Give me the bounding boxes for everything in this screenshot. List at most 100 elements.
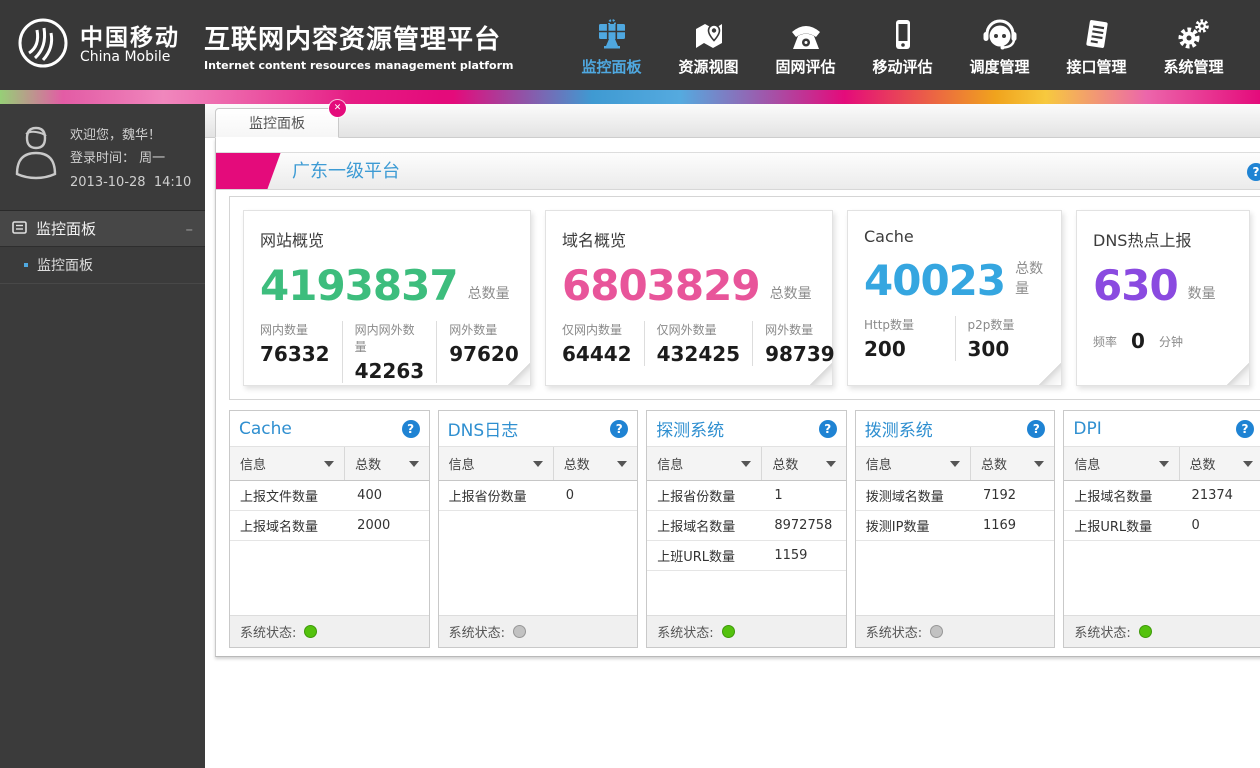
table-body: 上报省份数量 0: [439, 481, 638, 615]
headset-icon: [983, 14, 1017, 50]
nav-item-resource-view[interactable]: 资源视图: [660, 7, 757, 83]
nav-item-interface-mgmt[interactable]: 接口管理: [1048, 7, 1145, 83]
column-label: 总数: [355, 454, 381, 473]
substat: 网外数量 98739: [752, 321, 847, 366]
platform-title: 互联网内容资源管理平台: [204, 19, 513, 56]
card-substats: 仅网内数量 64442 仅网外数量 432425 网外数量 98739: [562, 321, 816, 366]
help-icon[interactable]: ?: [610, 420, 628, 438]
login-label: 登录时间：: [70, 151, 135, 166]
table-dns-log: DNS日志 ? 信息 总数: [438, 410, 639, 648]
column-label: 信息: [240, 454, 266, 473]
substat-value: 98739: [765, 342, 835, 366]
freq-label: 频率: [1093, 333, 1117, 350]
card-total: 40023 总数量: [864, 250, 1045, 302]
nav-label: 固网评估: [775, 56, 835, 77]
sort-arrow-icon[interactable]: [1243, 461, 1253, 467]
row-value: 1: [762, 488, 845, 503]
tab-monitor-panel[interactable]: 监控面板 ✕: [215, 108, 339, 138]
help-icon[interactable]: ?: [402, 420, 420, 438]
column-header-info[interactable]: 信息: [647, 447, 762, 480]
help-icon[interactable]: ?: [1247, 163, 1260, 181]
brand-cn: 中国移动: [80, 26, 180, 50]
column-header-info[interactable]: 信息: [856, 447, 971, 480]
nav-item-monitor-panel[interactable]: 监控面板: [563, 7, 660, 83]
row-label: 拨测域名数量: [856, 486, 971, 505]
substat-label: 网内数量: [260, 321, 330, 338]
nav-item-mobile-eval[interactable]: 移动评估: [854, 7, 951, 83]
sort-arrow-icon[interactable]: [1159, 461, 1169, 467]
nav-item-dispatch-mgmt[interactable]: 调度管理: [951, 7, 1048, 83]
substat: 网内网外数量 42263: [342, 321, 437, 383]
brand-en: China Mobile: [80, 50, 180, 65]
column-header-info[interactable]: 信息: [230, 447, 345, 480]
user-block: 欢迎您，魏华！ 登录时间： 周一 2013-10-28 14:10: [0, 104, 205, 210]
card-total: 4193837 总数量: [260, 255, 514, 307]
card-total-value: 4193837: [260, 265, 458, 307]
substat: 网外数量 97620: [436, 321, 531, 383]
substat: 仅网内数量 64442: [562, 321, 644, 366]
column-header-total[interactable]: 总数: [971, 447, 1054, 480]
column-header-total[interactable]: 总数: [345, 447, 428, 480]
table-row: 上报省份数量 1: [647, 481, 846, 511]
row-label: 拨测IP数量: [856, 516, 971, 535]
top-header: 中国移动 China Mobile 互联网内容资源管理平台 Internet c…: [0, 0, 1260, 90]
column-header-total[interactable]: 总数: [762, 447, 845, 480]
status-dot: [722, 625, 735, 638]
freq-value: 0: [1131, 329, 1145, 353]
close-icon[interactable]: ✕: [329, 100, 346, 117]
main-nav: 监控面板 资源视图: [563, 0, 1242, 90]
card-title: 网站概览: [260, 227, 514, 251]
card-frequency: 频率 0 分钟: [1093, 329, 1233, 353]
status-label: 系统状态:: [657, 622, 713, 641]
collapse-icon[interactable]: –: [186, 220, 194, 238]
login-date-line: 2013-10-28 14:10: [70, 171, 191, 194]
help-icon[interactable]: ?: [1236, 420, 1254, 438]
sort-arrow-icon[interactable]: [1034, 461, 1044, 467]
table-row: 上报文件数量 400: [230, 481, 429, 511]
card-total-unit: 数量: [1188, 283, 1216, 307]
sort-arrow-icon[interactable]: [409, 461, 419, 467]
card-total-value: 630: [1093, 265, 1178, 307]
card-title: DNS热点上报: [1093, 227, 1233, 251]
table-header: 探测系统 ?: [647, 411, 846, 447]
sort-arrow-icon[interactable]: [741, 461, 751, 467]
row-value: 2000: [345, 518, 428, 533]
row-label: 上报文件数量: [230, 486, 345, 505]
row-value: 0: [1180, 518, 1260, 533]
substat: Http数量 200: [864, 316, 955, 361]
status-label: 系统状态:: [449, 622, 505, 641]
table-probe-system: 探测系统 ? 信息 总数: [646, 410, 847, 648]
help-icon[interactable]: ?: [1027, 420, 1045, 438]
table-row: 上报域名数量 8972758: [647, 511, 846, 541]
column-header-info[interactable]: 信息: [439, 447, 554, 480]
platform-title-block: 互联网内容资源管理平台 Internet content resources m…: [204, 19, 513, 72]
column-header-info[interactable]: 信息: [1064, 447, 1179, 480]
table-column-headers: 信息 总数: [1064, 447, 1260, 481]
phone-icon: [790, 14, 822, 50]
table-title: Cache: [239, 419, 292, 439]
table-row: 上报域名数量 2000: [230, 511, 429, 541]
sort-arrow-icon[interactable]: [826, 461, 836, 467]
tables-row: Cache ? 信息 总数: [229, 410, 1260, 648]
table-dpi: DPI ? 信息 总数: [1063, 410, 1260, 648]
row-label: 上报省份数量: [647, 486, 762, 505]
nav-item-fixed-network-eval[interactable]: 固网评估: [757, 7, 854, 83]
sidebar-item-monitor-panel[interactable]: 监控面板: [0, 247, 205, 284]
help-icon[interactable]: ?: [819, 420, 837, 438]
sort-arrow-icon[interactable]: [533, 461, 543, 467]
sidebar-group-monitor-panel[interactable]: 监控面板 –: [0, 210, 205, 247]
column-label: 总数: [981, 454, 1007, 473]
nav-item-system-mgmt[interactable]: 系统管理: [1145, 7, 1242, 83]
status-label: 系统状态:: [1074, 622, 1130, 641]
table-row: 上报URL数量 0: [1064, 511, 1260, 541]
column-header-total[interactable]: 总数: [1180, 447, 1260, 480]
column-header-total[interactable]: 总数: [554, 447, 637, 480]
sort-arrow-icon[interactable]: [324, 461, 334, 467]
sort-arrow-icon[interactable]: [617, 461, 627, 467]
table-column-headers: 信息 总数: [230, 447, 429, 481]
table-row: 上报省份数量 0: [439, 481, 638, 511]
row-label: 上报URL数量: [1064, 516, 1179, 535]
sidebar-group-label: 监控面板: [36, 218, 96, 239]
sort-arrow-icon[interactable]: [950, 461, 960, 467]
stat-cards-box: 网站概览 4193837 总数量 网内数量 76332 网内网外数量: [229, 196, 1260, 400]
